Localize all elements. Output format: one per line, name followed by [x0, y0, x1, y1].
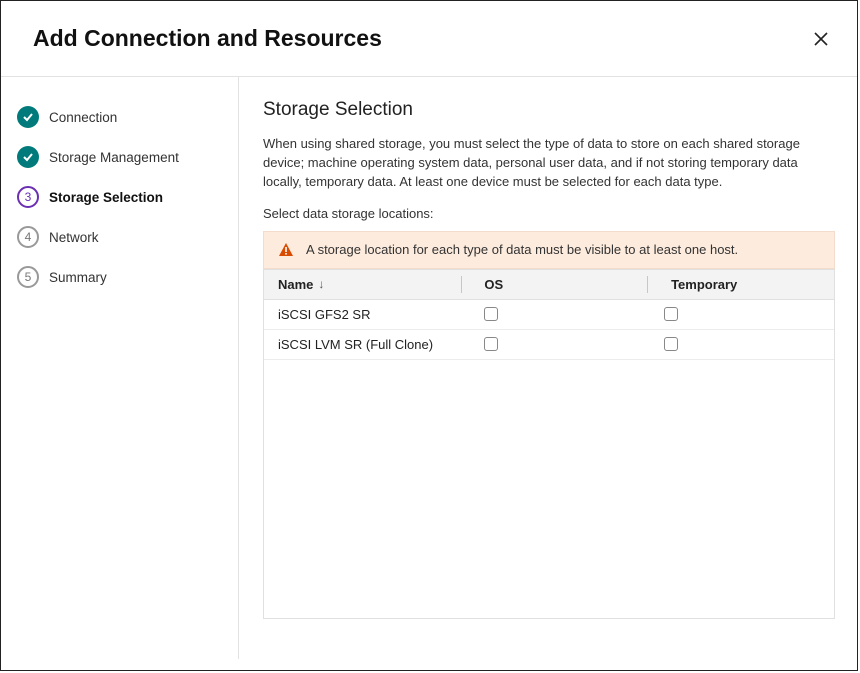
step-label: Summary [49, 270, 107, 285]
check-icon [17, 146, 39, 168]
step-label: Connection [49, 110, 117, 125]
temp-checkbox[interactable] [664, 307, 678, 321]
col-header-os[interactable]: OS [470, 270, 647, 299]
warning-banner: A storage location for each type of data… [263, 231, 835, 269]
cell-name: iSCSI GFS2 SR [264, 300, 464, 329]
col-separator [647, 276, 657, 293]
table-row: iSCSI LVM SR (Full Clone) [264, 330, 834, 360]
step-label: Storage Selection [49, 190, 163, 205]
step-number-badge: 5 [17, 266, 39, 288]
step-storage-management[interactable]: Storage Management [17, 137, 238, 177]
sort-down-icon: ↓ [318, 277, 324, 291]
wizard-sidebar: Connection Storage Management 3 Storage … [1, 77, 239, 659]
section-subhead: Select data storage locations: [263, 206, 835, 221]
check-icon [17, 106, 39, 128]
col-label: Name [278, 277, 313, 292]
step-label: Network [49, 230, 99, 245]
col-label: OS [484, 277, 503, 292]
step-number-badge: 3 [17, 186, 39, 208]
page-title: Storage Selection [263, 99, 835, 121]
step-summary[interactable]: 5 Summary [17, 257, 238, 297]
page-description: When using shared storage, you must sele… [263, 135, 835, 192]
step-network[interactable]: 4 Network [17, 217, 238, 257]
col-header-name[interactable]: Name ↓ [264, 270, 461, 299]
table-header: Name ↓ OS Temporary [264, 270, 834, 300]
os-checkbox[interactable] [484, 337, 498, 351]
os-checkbox[interactable] [484, 307, 498, 321]
col-separator [461, 276, 471, 293]
step-storage-selection[interactable]: 3 Storage Selection [17, 177, 238, 217]
step-connection[interactable]: Connection [17, 97, 238, 137]
table-row: iSCSI GFS2 SR [264, 300, 834, 330]
warning-icon [278, 242, 294, 258]
temp-checkbox[interactable] [664, 337, 678, 351]
col-label: Temporary [671, 277, 737, 292]
step-number-badge: 4 [17, 226, 39, 248]
storage-table: Name ↓ OS Temporary iSCSI GFS2 SR [263, 269, 835, 619]
col-header-temp[interactable]: Temporary [657, 270, 834, 299]
cell-name: iSCSI LVM SR (Full Clone) [264, 330, 464, 359]
dialog-title: Add Connection and Resources [33, 25, 382, 52]
step-label: Storage Management [49, 150, 179, 165]
warning-text: A storage location for each type of data… [306, 242, 738, 257]
close-icon[interactable] [809, 27, 833, 51]
